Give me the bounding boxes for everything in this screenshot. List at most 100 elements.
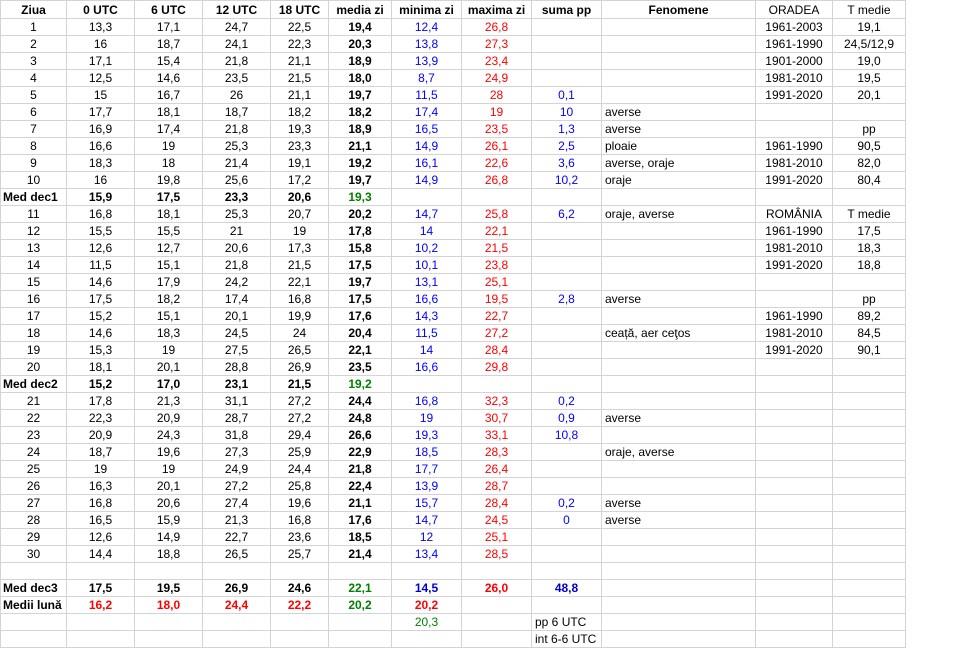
t-mean-cell[interactable] [832, 358, 906, 376]
utc18-cell[interactable]: 17,3 [270, 239, 329, 257]
utc0-cell[interactable]: 17,5 [66, 290, 135, 308]
utc18-cell[interactable]: 29,4 [270, 426, 329, 444]
phenomena-cell[interactable] [601, 86, 756, 104]
precip-cell[interactable] [531, 35, 602, 53]
label-cell[interactable]: 13 [0, 239, 67, 257]
precip-cell[interactable] [531, 477, 602, 495]
utc0-cell[interactable]: 16 [66, 35, 135, 53]
label-cell[interactable]: 24 [0, 443, 67, 461]
phenomena-cell[interactable] [601, 52, 756, 70]
utc12-cell[interactable] [202, 562, 271, 580]
daily-max-cell[interactable]: 25,8 [461, 205, 532, 223]
t-mean-cell[interactable]: 24,5/12,9 [832, 35, 906, 53]
utc18-cell[interactable]: 17,2 [270, 171, 329, 189]
header-cell[interactable]: minima zi [391, 0, 462, 19]
t-mean-cell[interactable]: 82,0 [832, 154, 906, 172]
label-cell[interactable]: 14 [0, 256, 67, 274]
utc12-cell[interactable]: 24,4 [202, 596, 271, 614]
utc18-cell[interactable]: 21,5 [270, 256, 329, 274]
t-mean-cell[interactable] [832, 630, 906, 648]
t-mean-cell[interactable] [832, 511, 906, 529]
utc12-cell[interactable]: 21,8 [202, 120, 271, 138]
daily-max-cell[interactable]: 23,5 [461, 120, 532, 138]
label-cell[interactable]: Medii lună [0, 596, 67, 614]
utc18-cell[interactable]: 19,6 [270, 494, 329, 512]
phenomena-cell[interactable]: oraje [601, 171, 756, 189]
daily-mean-cell[interactable]: 21,1 [328, 494, 392, 512]
utc0-cell[interactable]: 15,3 [66, 341, 135, 359]
label-cell[interactable]: 15 [0, 273, 67, 291]
utc18-cell[interactable]: 19,3 [270, 120, 329, 138]
label-cell[interactable]: 20 [0, 358, 67, 376]
daily-max-cell[interactable]: 27,3 [461, 35, 532, 53]
daily-min-cell[interactable]: 20,3 [391, 613, 462, 631]
t-mean-cell[interactable] [832, 103, 906, 121]
label-cell[interactable]: 18 [0, 324, 67, 342]
period-cell[interactable]: 1981-2010 [755, 239, 833, 257]
utc12-cell[interactable]: 23,1 [202, 375, 271, 393]
utc0-cell[interactable]: 17,5 [66, 579, 135, 597]
precip-cell[interactable]: 10,8 [531, 426, 602, 444]
daily-min-cell[interactable]: 14,3 [391, 307, 462, 325]
phenomena-cell[interactable] [601, 222, 756, 240]
period-cell[interactable] [755, 290, 833, 308]
daily-min-cell[interactable]: 13,1 [391, 273, 462, 291]
label-cell[interactable]: 1 [0, 18, 67, 36]
utc0-cell[interactable]: 16,6 [66, 137, 135, 155]
label-cell[interactable]: 30 [0, 545, 67, 563]
daily-mean-cell[interactable]: 26,6 [328, 426, 392, 444]
precip-cell[interactable] [531, 324, 602, 342]
precip-cell[interactable]: int 6-6 UTC [531, 630, 602, 648]
utc6-cell[interactable]: 16,7 [134, 86, 203, 104]
utc0-cell[interactable]: 16,3 [66, 477, 135, 495]
precip-cell[interactable]: 1,3 [531, 120, 602, 138]
utc0-cell[interactable]: 17,1 [66, 52, 135, 70]
utc6-cell[interactable] [134, 562, 203, 580]
daily-max-cell[interactable] [461, 630, 532, 648]
utc0-cell[interactable]: 15,9 [66, 188, 135, 206]
daily-min-cell[interactable]: 10,2 [391, 239, 462, 257]
daily-min-cell[interactable]: 13,4 [391, 545, 462, 563]
phenomena-cell[interactable] [601, 188, 756, 206]
daily-mean-cell[interactable]: 20,2 [328, 205, 392, 223]
utc0-cell[interactable]: 15,5 [66, 222, 135, 240]
daily-mean-cell[interactable] [328, 562, 392, 580]
precip-cell[interactable]: 6,2 [531, 205, 602, 223]
precip-cell[interactable]: 10 [531, 103, 602, 121]
phenomena-cell[interactable]: oraje, averse [601, 443, 756, 461]
precip-cell[interactable] [531, 528, 602, 546]
daily-max-cell[interactable]: 26,4 [461, 460, 532, 478]
utc6-cell[interactable] [134, 630, 203, 648]
period-cell[interactable]: 1981-2010 [755, 324, 833, 342]
utc18-cell[interactable]: 20,6 [270, 188, 329, 206]
label-cell[interactable] [0, 562, 67, 580]
period-cell[interactable] [755, 494, 833, 512]
t-mean-cell[interactable] [832, 545, 906, 563]
utc0-cell[interactable]: 12,6 [66, 239, 135, 257]
utc18-cell[interactable]: 19,9 [270, 307, 329, 325]
phenomena-cell[interactable] [601, 239, 756, 257]
daily-min-cell[interactable]: 19,3 [391, 426, 462, 444]
label-cell[interactable]: 27 [0, 494, 67, 512]
phenomena-cell[interactable] [601, 579, 756, 597]
utc18-cell[interactable]: 16,8 [270, 290, 329, 308]
t-mean-cell[interactable] [832, 562, 906, 580]
utc0-cell[interactable]: 16,8 [66, 494, 135, 512]
t-mean-cell[interactable]: 19,1 [832, 18, 906, 36]
period-cell[interactable]: 1901-2000 [755, 52, 833, 70]
phenomena-cell[interactable] [601, 596, 756, 614]
header-cell[interactable]: 12 UTC [202, 0, 271, 19]
period-cell[interactable]: 1991-2020 [755, 86, 833, 104]
phenomena-cell[interactable]: averse [601, 409, 756, 427]
t-mean-cell[interactable]: 80,4 [832, 171, 906, 189]
t-mean-cell[interactable]: 90,5 [832, 137, 906, 155]
daily-min-cell[interactable] [391, 188, 462, 206]
t-mean-cell[interactable]: 19,0 [832, 52, 906, 70]
daily-mean-cell[interactable]: 18,9 [328, 52, 392, 70]
daily-max-cell[interactable]: 32,3 [461, 392, 532, 410]
daily-max-cell[interactable]: 33,1 [461, 426, 532, 444]
utc12-cell[interactable]: 24,7 [202, 18, 271, 36]
daily-max-cell[interactable]: 26,8 [461, 171, 532, 189]
phenomena-cell[interactable] [601, 562, 756, 580]
daily-mean-cell[interactable]: 24,8 [328, 409, 392, 427]
